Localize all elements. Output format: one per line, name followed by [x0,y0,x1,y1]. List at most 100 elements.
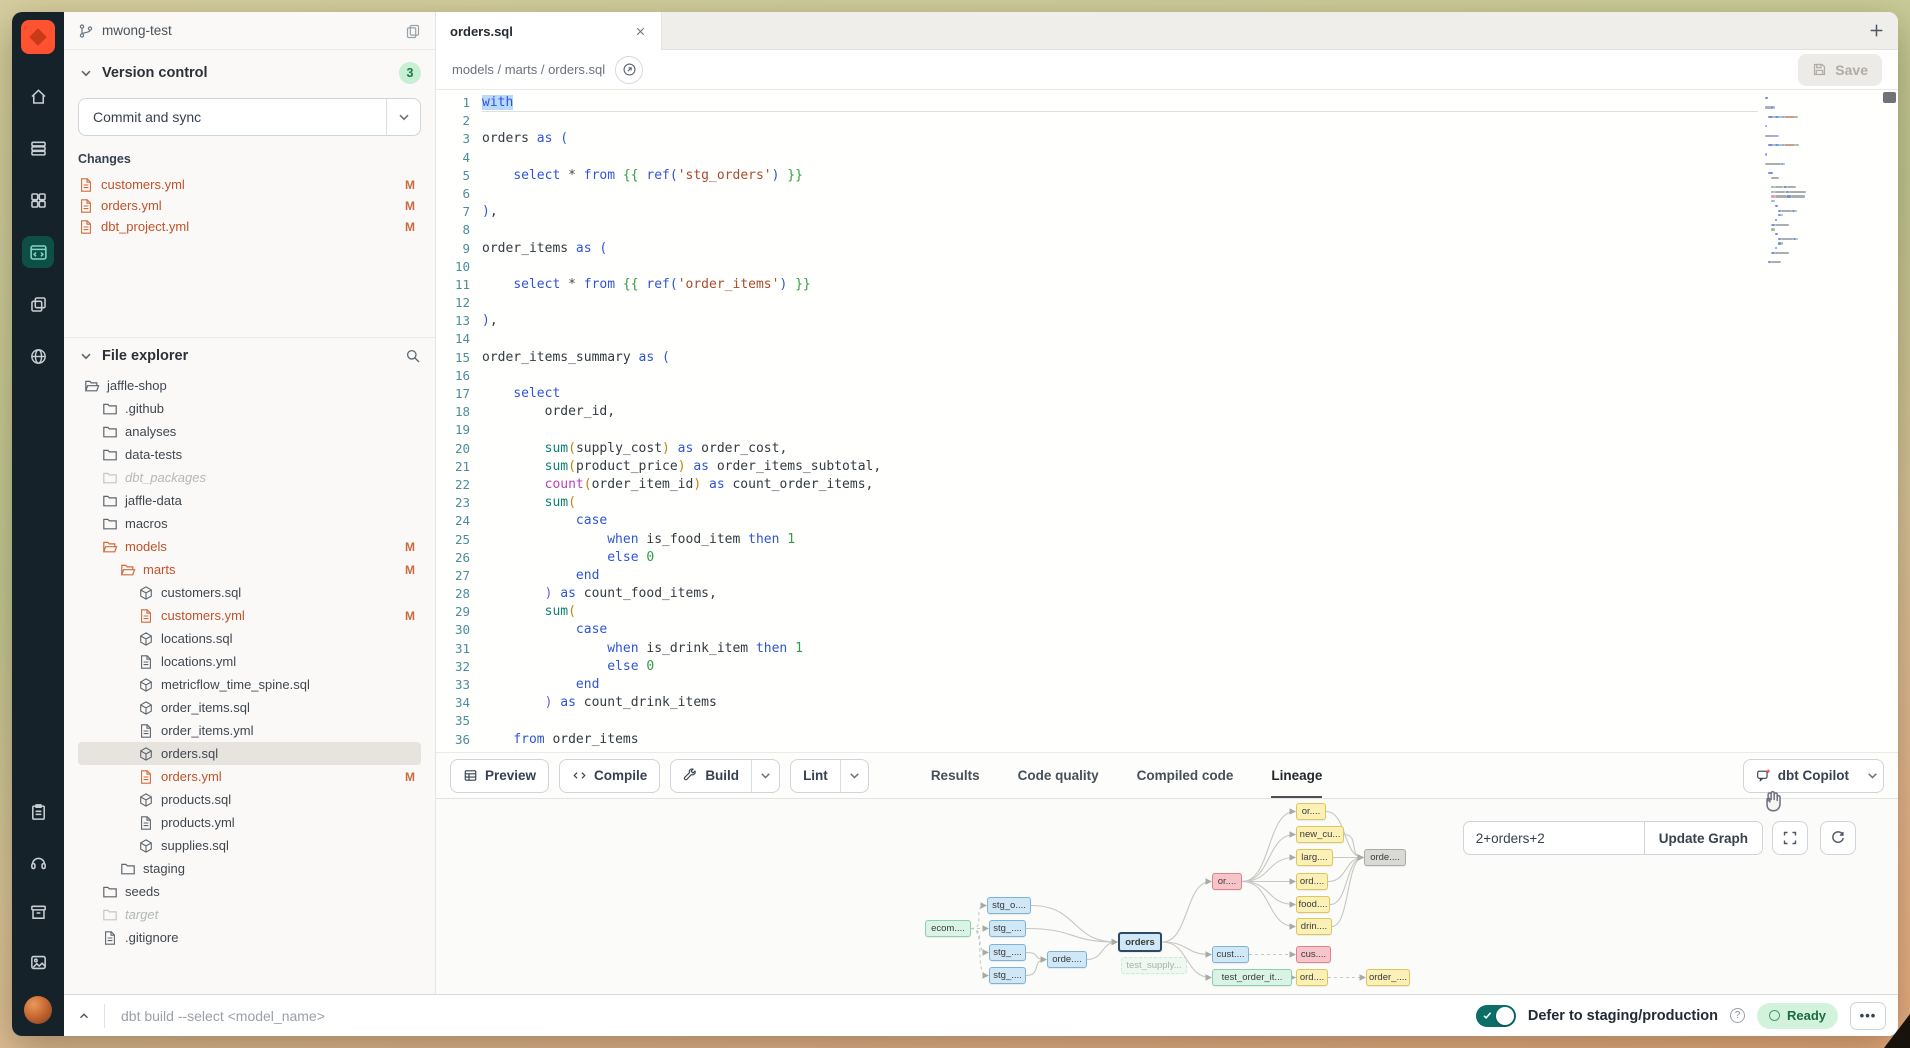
lineage-node-orders[interactable]: orders [1118,932,1162,952]
dbt-logo[interactable] [21,20,55,54]
develop-icon[interactable] [22,236,54,268]
refresh-button[interactable] [1820,821,1856,855]
breadcrumb[interactable]: models / marts / orders.sql [452,62,605,77]
lineage-node-or_p[interactable]: or.... [1212,873,1242,890]
chevron-down-icon[interactable] [78,348,94,364]
lineage-node-y_or[interactable]: or.... [1296,803,1326,820]
save-button[interactable]: Save [1798,54,1882,86]
tree-item-customers.sql[interactable]: customers.sql [78,581,421,604]
tree-item-supplies.sql[interactable]: supplies.sql [78,834,421,857]
lineage-node-g_orde[interactable]: orde.... [1364,849,1406,866]
code-line: order_id, [482,403,1758,421]
preview-button[interactable]: Preview [450,759,549,793]
defer-toggle[interactable] [1476,1005,1516,1027]
panel-tab-label: Code quality [1018,768,1099,783]
tab-orders-sql[interactable]: orders.sql [436,12,662,50]
lineage-node-stg_2[interactable]: stg_.... [989,944,1026,961]
network-icon[interactable] [22,340,54,372]
more-options-button[interactable]: ••• [1850,1002,1886,1030]
lineage-node-y_drin[interactable]: drin.... [1296,918,1332,935]
home-icon[interactable] [22,80,54,112]
close-icon[interactable] [634,25,647,38]
files-copy-icon[interactable] [405,23,421,39]
tree-item-customers.yml[interactable]: customers.ymlM [78,604,421,627]
tree-item-jaffle-data[interactable]: jaffle-data [78,489,421,512]
panel-tab-code-quality[interactable]: Code quality [1018,753,1099,798]
lineage-node-cus_p[interactable]: cus.... [1296,946,1331,963]
tree-item-seeds[interactable]: seeds [78,880,421,903]
lineage-node-t_oi[interactable]: test_order_it... [1212,969,1292,986]
lineage-node-t_sup[interactable]: test_supply... [1121,957,1187,974]
tree-item-target[interactable]: target [78,903,421,926]
tree-item-locations.sql[interactable]: locations.sql [78,627,421,650]
tree-item-analyses[interactable]: analyses [78,420,421,443]
deploy-icon[interactable] [22,132,54,164]
build-button[interactable]: Build [670,759,780,793]
user-avatar[interactable] [24,996,52,1024]
media-icon[interactable] [22,946,54,978]
tasks-icon[interactable] [22,796,54,828]
fullscreen-button[interactable] [1772,821,1808,855]
commit-and-sync-button[interactable]: Commit and sync [78,98,421,136]
search-icon[interactable] [405,348,421,364]
lineage-node-y_far[interactable]: order_.... [1366,969,1410,986]
panel-tab-lineage[interactable]: Lineage [1271,753,1322,798]
tree-item-staging[interactable]: staging [78,857,421,880]
panel-tab-results[interactable]: Results [931,753,980,798]
tree-item-jaffle-shop[interactable]: jaffle-shop [78,374,421,397]
branch-name[interactable]: mwong-test [102,23,172,38]
tree-item-models[interactable]: modelsM [78,535,421,558]
code-editor[interactable]: 1234567891011121314151617181920212223242… [436,90,1898,752]
tree-item-.gitignore[interactable]: .gitignore [78,926,421,949]
tree-item-.github[interactable]: .github [78,397,421,420]
lineage-node-stg_o[interactable]: stg_o.... [987,897,1031,914]
minimap[interactable] [1765,96,1860,269]
lineage-node-stg_1[interactable]: stg_.... [989,920,1026,937]
lineage-node-orde1[interactable]: orde.... [1047,951,1087,968]
tree-item-orders.sql[interactable]: orders.sql [78,742,421,765]
docs-icon[interactable] [22,896,54,928]
dbt-copilot-button[interactable]: dbt Copilot [1743,759,1884,793]
tree-item-macros[interactable]: macros [78,512,421,535]
lineage-node-cust[interactable]: cust.... [1212,946,1249,963]
scrollbar-thumb[interactable] [1883,92,1896,103]
copilot-dropdown[interactable] [1861,760,1883,792]
tree-item-marts[interactable]: martsM [78,558,421,581]
lineage-node-stg_3[interactable]: stg_.... [989,967,1026,984]
lineage-node-ecom[interactable]: ecom.... [925,920,971,937]
support-icon[interactable] [22,846,54,878]
commit-options-dropdown[interactable] [386,99,420,135]
lineage-selector-input[interactable] [1464,822,1644,854]
chevron-down-icon[interactable] [78,65,94,81]
tree-item-locations.yml[interactable]: locations.yml [78,650,421,673]
tree-item-orders.yml[interactable]: orders.ymlM [78,765,421,788]
tree-item-products.sql[interactable]: products.sql [78,788,421,811]
build-options-dropdown[interactable] [751,760,779,792]
tree-item-dbt_packages[interactable]: dbt_packages [78,466,421,489]
copy-windows-icon[interactable] [22,288,54,320]
lineage-node-y_food[interactable]: food.... [1296,896,1330,913]
changed-file-dbt_project.yml[interactable]: dbt_project.ymlM [78,216,421,237]
lineage-node-y_ord[interactable]: ord.... [1296,873,1328,890]
lint-button[interactable]: Lint [790,759,869,793]
apps-icon[interactable] [22,184,54,216]
tree-item-metricflow_time_spine.sql[interactable]: metricflow_time_spine.sql [78,673,421,696]
changed-file-customers.yml[interactable]: customers.ymlM [78,174,421,195]
lineage-node-y_ord2[interactable]: ord.... [1296,969,1328,986]
lint-options-dropdown[interactable] [840,760,868,792]
tree-item-order_items.sql[interactable]: order_items.sql [78,696,421,719]
lineage-node-y_larg[interactable]: larg.... [1296,849,1333,866]
new-tab-button[interactable] [1854,12,1898,49]
changed-file-orders.yml[interactable]: orders.ymlM [78,195,421,216]
tree-item-data-tests[interactable]: data-tests [78,443,421,466]
tree-item-products.yml[interactable]: products.yml [78,811,421,834]
tree-item-order_items.yml[interactable]: order_items.yml [78,719,421,742]
command-input[interactable] [121,1008,1476,1024]
help-icon[interactable]: ? [1730,1008,1745,1023]
collapse-command-bar-icon[interactable] [64,995,104,1036]
open-lineage-icon[interactable] [615,56,643,84]
panel-tab-compiled-code[interactable]: Compiled code [1137,753,1234,798]
lineage-node-y_new[interactable]: new_cu... [1296,826,1344,843]
compile-button[interactable]: Compile [559,759,660,793]
update-graph-button[interactable]: Update Graph [1644,822,1762,854]
